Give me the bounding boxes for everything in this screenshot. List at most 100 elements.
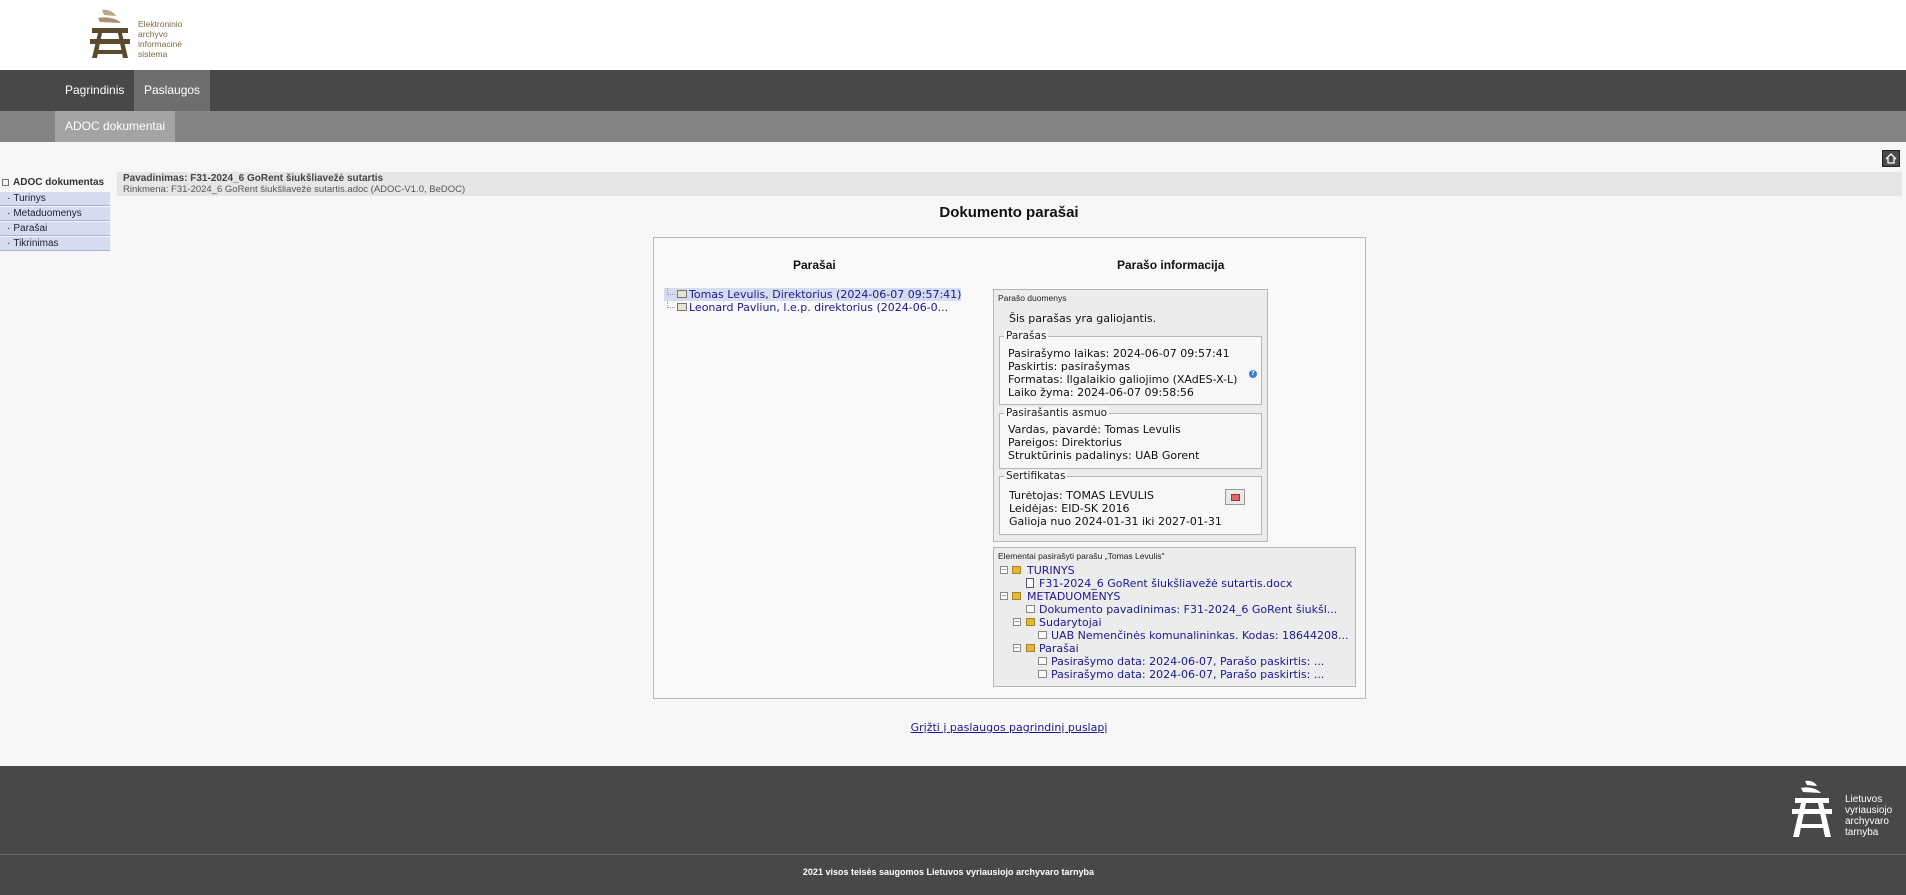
certificate-view-button[interactable]: [1225, 489, 1245, 505]
signature-icon: [677, 303, 687, 311]
certificate-validity: Galioja nuo 2024-01-31 iki 2027-01-31: [1009, 515, 1222, 528]
bullet-icon: ·: [7, 238, 11, 249]
signed-elements-tree: − TURINYS F31-2024_6 GoRent šiukšliavežė…: [1000, 564, 1349, 681]
tree-node-label: F31-2024_6 GoRent šiukšliavežė sutartis.…: [1039, 577, 1293, 590]
sub-nav: ADOC dokumentai: [0, 111, 1906, 142]
logo-text: Elektroninio archyvo informacinė sistema: [138, 19, 182, 59]
signature-data-box: Parašo duomenys Šis parašas yra galiojan…: [993, 289, 1268, 542]
tree-node-signature-date[interactable]: Pasirašymo data: 2024-06-07, Parašo pask…: [1000, 655, 1349, 668]
signer-fieldset: Pasirašantis asmuo Vardas, pavardė: Toma…: [999, 407, 1262, 469]
tree-node-turinys[interactable]: − TURINYS: [1000, 564, 1349, 577]
collapse-icon: −: [1000, 566, 1008, 574]
tree-node-document-title[interactable]: Dokumento pavadinimas: F31-2024_6 GoRent…: [1000, 603, 1349, 616]
nav-item-paslaugos[interactable]: Paslaugos: [134, 70, 211, 111]
signature-fieldset: Parašas Pasirašymo laikas: 2024-06-07 09…: [999, 330, 1262, 405]
document-file-icon: [1026, 578, 1034, 588]
certificate-holder: Turėtojas: TOMAS LEVULIS: [1009, 489, 1154, 502]
tree-node-file[interactable]: F31-2024_6 GoRent šiukšliavežė sutartis.…: [1000, 577, 1349, 590]
metadata-item-icon: [1026, 605, 1035, 613]
collapse-icon: [2, 178, 9, 186]
folder-icon: [1026, 618, 1035, 626]
signature-item-label: Tomas Levulis, Direktorius (2024-06-07 0…: [689, 288, 962, 301]
folder-icon: [1026, 644, 1035, 652]
tree-node-creator[interactable]: UAB Nemenčinės komunalininkas. Kodas: 18…: [1000, 629, 1349, 642]
left-menu-item-tikrinimas[interactable]: · Tikrinimas: [0, 237, 110, 251]
tree-node-parasai[interactable]: − Parašai: [1000, 642, 1349, 655]
tree-node-sudarytojai[interactable]: − Sudarytojai: [1000, 616, 1349, 629]
tree-node-signature-date[interactable]: Pasirašymo data: 2024-06-07, Parašo pask…: [1000, 668, 1349, 681]
logo-line: Elektroninio: [138, 19, 183, 29]
copyright-text: 2021 visos teisės saugomos Lietuvos vyri…: [802, 867, 1095, 877]
certificate-fieldset: Sertifikatas Turėtojas: TOMAS LEVULIS Le…: [999, 470, 1262, 535]
signature-data-caption: Parašo duomenys: [998, 293, 1067, 303]
signature-info-heading: Parašo informacija: [1117, 258, 1225, 272]
home-icon: [1885, 153, 1897, 164]
signing-purpose: Paskirtis: pasirašymas: [1008, 360, 1131, 373]
tree-node-metaduomenys[interactable]: − METADUOMENYS: [1000, 590, 1349, 603]
tree-node-label: Dokumento pavadinimas: F31-2024_6 GoRent…: [1039, 603, 1338, 616]
footer-divider: [0, 854, 1906, 855]
back-link-container: Grįžti į paslaugos pagrindinį puslapį: [0, 721, 1906, 734]
signature-item[interactable]: Tomas Levulis, Direktorius (2024-06-07 0…: [664, 288, 962, 301]
main-nav: Pagrindinis Paslaugos: [0, 70, 1906, 111]
collapse-icon: −: [1000, 592, 1008, 600]
footer-logo[interactable]: Lietuvos vyriausiojo archyvaro tarnyba: [1787, 779, 1892, 839]
signatures-panel: Parašai Parašo informacija Tomas Levulis…: [653, 237, 1366, 699]
metadata-item-icon: [1038, 670, 1047, 678]
home-button[interactable]: [1882, 150, 1900, 167]
tree-node-label: METADUOMENYS: [1027, 590, 1121, 603]
signer-legend: Pasirašantis asmuo: [1004, 407, 1110, 419]
signed-elements-caption: Elementai pasirašyti parašu „Tomas Levul…: [998, 551, 1165, 561]
site-logo[interactable]: Elektroninio archyvo informacinė sistema: [88, 8, 182, 60]
signature-valid-status: Šis parašas yra galiojantis.: [1009, 312, 1157, 325]
tree-node-label: Pasirašymo data: 2024-06-07, Parašo pask…: [1051, 655, 1325, 668]
logo-line: informacinė: [138, 39, 182, 49]
signature-icon: [677, 290, 687, 298]
left-menu-item-label: Parašai: [13, 223, 48, 234]
document-file: Rinkmena: F31-2024_6 GoRent šiukšliavežė…: [123, 184, 466, 195]
subnav-item-adoc-dokumentai[interactable]: ADOC dokumentai: [55, 111, 176, 142]
footer-logo-line: archyvaro: [1845, 816, 1889, 827]
signed-elements-box: Elementai pasirašyti parašu „Tomas Levul…: [993, 547, 1356, 687]
signature-format: Formatas: Ilgalaikio galiojimo (XAdES-X-…: [1008, 373, 1238, 386]
footer-logo-line: Lietuvos: [1845, 794, 1883, 805]
folder-icon: [1012, 566, 1021, 574]
archive-logo-icon: [90, 9, 130, 58]
page-title: Dokumento parašai: [939, 204, 1079, 221]
signatures-tree: Tomas Levulis, Direktorius (2024-06-07 0…: [664, 288, 962, 314]
tree-node-label: Sudarytojai: [1039, 616, 1102, 629]
left-menu-item-label: Turinys: [13, 193, 46, 204]
back-to-service-link[interactable]: Grįžti į paslaugos pagrindinį puslapį: [911, 721, 1108, 734]
metadata-item-icon: [1038, 657, 1047, 665]
tree-connector: [667, 301, 675, 308]
document-info-bar: Pavadinimas: F31-2024_6 GoRent šiukšliav…: [117, 172, 1902, 196]
left-menu-title[interactable]: ADOC dokumentas: [0, 173, 110, 192]
left-menu-item-label: Tikrinimas: [13, 238, 59, 249]
left-menu-title-label: ADOC dokumentas: [13, 177, 105, 188]
help-icon[interactable]: ?: [1249, 370, 1257, 378]
tree-node-label: UAB Nemenčinės komunalininkas. Kodas: 18…: [1051, 629, 1349, 642]
timestamp: Laiko žyma: 2024-06-07 09:58:56: [1008, 386, 1194, 399]
signing-time: Pasirašymo laikas: 2024-06-07 09:57:41: [1008, 347, 1230, 360]
tree-node-label: Pasirašymo data: 2024-06-07, Parašo pask…: [1051, 668, 1325, 681]
collapse-icon: −: [1013, 644, 1021, 652]
collapse-icon: −: [1013, 618, 1021, 626]
logo-line: sistema: [138, 49, 168, 59]
signature-item[interactable]: Leonard Pavliun, l.e.p. direktorius (202…: [664, 301, 961, 314]
nav-item-pagrindinis[interactable]: Pagrindinis: [55, 70, 134, 111]
signature-item-label: Leonard Pavliun, l.e.p. direktorius (202…: [689, 301, 949, 314]
signer-name: Vardas, pavardė: Tomas Levulis: [1008, 423, 1181, 436]
signer-position: Pareigos: Direktorius: [1008, 436, 1122, 449]
signature-legend: Parašas: [1004, 330, 1049, 342]
certificate-issuer: Leidėjas: EID-SK 2016: [1009, 502, 1130, 515]
left-menu-item-parasai[interactable]: · Parašai: [0, 222, 110, 236]
tree-connector: [667, 288, 675, 295]
signatures-heading: Parašai: [793, 258, 836, 272]
bullet-icon: ·: [7, 193, 11, 204]
metadata-item-icon: [1038, 631, 1047, 639]
bullet-icon: ·: [7, 223, 11, 234]
certificate-legend: Sertifikatas: [1004, 470, 1068, 482]
footer-logo-line: tarnyba: [1845, 827, 1879, 838]
tree-node-label: Parašai: [1039, 642, 1079, 655]
tree-node-label: TURINYS: [1027, 564, 1075, 577]
